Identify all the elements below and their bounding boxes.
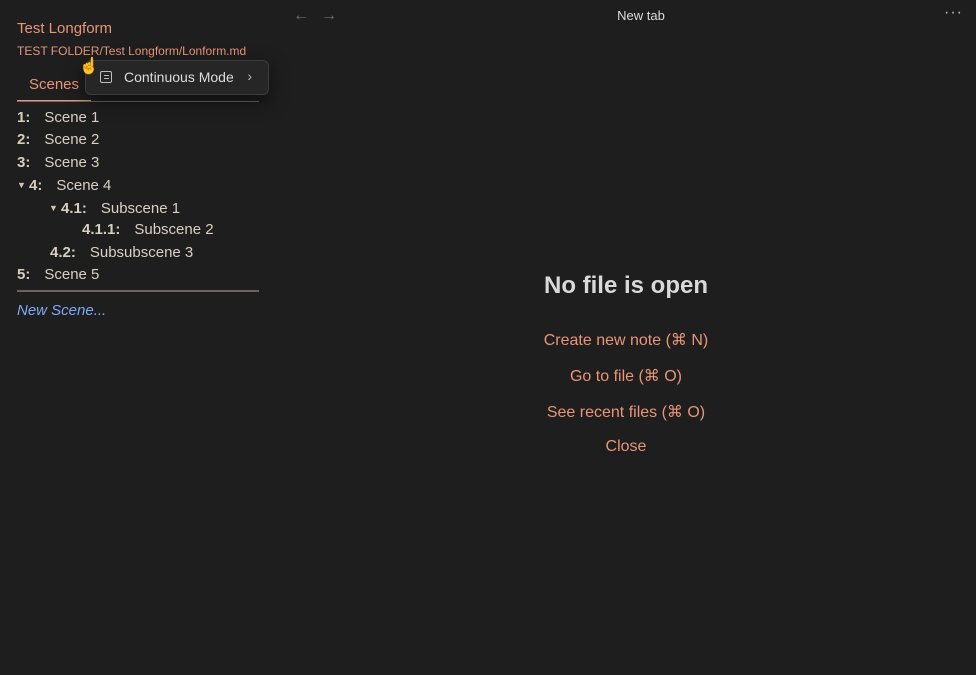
project-path[interactable]: TEST FOLDER/Test Longform/Lonform.md <box>17 44 246 58</box>
scene-item[interactable]: 5: Scene 5 <box>17 265 99 285</box>
collapse-triangle-icon[interactable]: ▼ <box>49 198 61 218</box>
chevron-right-icon: › <box>247 68 252 84</box>
scene-number: 4.1: <box>61 200 87 217</box>
scene-name: Scene 2 <box>44 131 100 148</box>
tab-scenes[interactable]: Scenes <box>17 76 91 102</box>
scene-name: Scene 4 <box>56 177 112 194</box>
scene-name: Scene 3 <box>44 154 100 171</box>
scene-list-divider <box>17 290 259 292</box>
scene-item[interactable]: ▼ 4: Scene 4 <box>17 175 111 195</box>
create-new-note-link[interactable]: Create new note (⌘ N) <box>276 330 976 350</box>
close-link[interactable]: Close <box>276 438 976 456</box>
collapse-triangle-icon[interactable]: ▼ <box>17 175 29 195</box>
empty-state-title: No file is open <box>543 272 708 299</box>
scene-number: 4: <box>29 177 43 194</box>
scene-name: Subscene 2 <box>134 221 214 238</box>
scene-name: Subsubscene 3 <box>89 244 194 261</box>
scene-item[interactable]: 4.1.1: Subscene 2 <box>82 220 214 240</box>
project-title[interactable]: Test Longform <box>17 20 112 37</box>
scene-item[interactable]: 3: Scene 3 <box>17 153 99 173</box>
menu-item-continuous-mode[interactable]: Continuous Mode <box>124 69 234 85</box>
scene-number: 4.1.1: <box>82 221 121 238</box>
back-arrow-icon[interactable]: ← <box>293 7 309 25</box>
scene-name: Scene 5 <box>44 266 100 283</box>
tabs-divider <box>17 101 259 102</box>
see-recent-files-link[interactable]: See recent files (⌘ O) <box>276 402 976 422</box>
longform-sidebar: Test Longform TEST FOLDER/Test Longform/… <box>0 0 276 675</box>
scene-number: 5: <box>17 266 31 283</box>
scene-number: 3: <box>17 154 31 171</box>
scene-item[interactable]: ▼ 4.1: Subscene 1 <box>49 198 180 218</box>
scene-number: 2: <box>17 131 31 148</box>
scene-number: 4.2: <box>50 244 76 261</box>
scene-number: 1: <box>17 109 31 126</box>
context-menu: Continuous Mode › <box>85 60 269 95</box>
tab-title: New tab <box>617 8 665 23</box>
scene-item[interactable]: 1: Scene 1 <box>17 108 99 128</box>
scene-name: Subscene 1 <box>100 200 181 217</box>
new-scene-input[interactable]: New Scene... <box>17 302 106 319</box>
forward-arrow-icon[interactable]: → <box>321 7 337 25</box>
hand-cursor-icon: ☝ <box>79 58 99 75</box>
scene-item[interactable]: 4.2: Subsubscene 3 <box>50 243 193 263</box>
more-options-icon[interactable]: ··· <box>944 4 963 22</box>
go-to-file-link[interactable]: Go to file (⌘ O) <box>276 366 976 386</box>
scene-item[interactable]: 2: Scene 2 <box>17 130 99 150</box>
scene-name: Scene 1 <box>44 109 100 126</box>
scroll-icon <box>100 71 112 83</box>
